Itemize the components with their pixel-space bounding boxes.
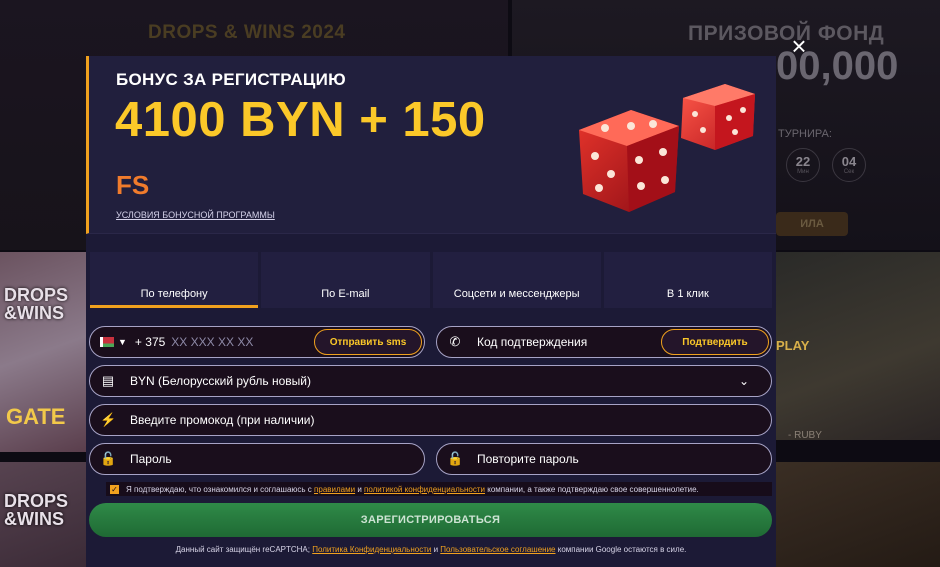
bg-left-title: DROPS & WINS 2024 (148, 22, 346, 43)
send-sms-button[interactable]: Отправить sms (314, 329, 422, 355)
footer-and: и (433, 545, 439, 554)
rules-link[interactable]: правилами (314, 485, 355, 494)
password-field[interactable]: 🔓 Пароль (89, 443, 425, 475)
tab-social[interactable]: Соцсети и мессенджеры (432, 252, 601, 308)
confirmation-code-label: Код подтверждения (477, 335, 588, 349)
promo-code-label: Введите промокод (при наличии) (130, 413, 315, 427)
bg-rules-button[interactable]: ИЛА (776, 212, 848, 236)
registration-tabs: По телефону По E-mail Соцсети и мессендж… (90, 252, 772, 308)
agreement-text-end: компании, а также подтверждаю свое совер… (487, 484, 699, 494)
repeat-password-field[interactable]: 🔓 Повторите пароль (436, 443, 772, 475)
game-tile[interactable] (776, 462, 940, 567)
bonus-terms-link[interactable]: УСЛОВИЯ БОНУСНОЙ ПРОГРАММЫ (116, 210, 275, 220)
agreement-text: Я подтверждаю, что ознакомился и соглаша… (126, 484, 312, 494)
confirmation-code-field[interactable]: ✆ Код подтверждения Подтвердить (436, 326, 772, 358)
bg-timer-minutes: 22 Мин (786, 148, 820, 182)
footer-text-end: компании Google остаются в силе. (557, 545, 687, 554)
chevron-down-icon[interactable]: ⌄ (739, 374, 749, 388)
password-label: Пароль (130, 452, 172, 466)
recaptcha-footer: Данный сайт защищён reCAPTCHA; Политика … (86, 545, 776, 554)
tab-email[interactable]: По E-mail (261, 252, 430, 308)
currency-select[interactable]: ▤ BYN (Белорусский рубль новый) ⌄ (89, 365, 772, 397)
agreement-checkbox[interactable]: ✓ (110, 484, 119, 494)
bonus-banner: БОНУС ЗА РЕГИСТРАЦИЮ 4100 BYN + 150 FS У… (86, 56, 776, 234)
chevron-down-icon[interactable]: ▼ (118, 337, 127, 347)
phone-code: + 375 (134, 335, 166, 349)
agreement-row: ✓ Я подтверждаю, что ознакомился и согла… (106, 482, 772, 496)
confirm-button[interactable]: Подтвердить (661, 329, 769, 355)
phone-icon: ✆ (449, 334, 461, 349)
lock-icon: 🔓 (447, 451, 464, 466)
bonus-amount: 4100 BYN + 150 (115, 93, 486, 147)
bonus-subtitle: БОНУС ЗА РЕГИСТРАЦИЮ (116, 70, 347, 89)
bg-tournament-label: ТУРНИРА: (778, 128, 832, 140)
phone-input[interactable] (171, 335, 292, 349)
footer-text: Данный сайт защищён reCAPTCHA; (175, 545, 310, 554)
belarus-flag-icon[interactable] (100, 337, 114, 347)
tile-play-text: PLAY (776, 338, 810, 353)
tile-title: DROPS &WINS (4, 491, 69, 529)
game-tile[interactable]: DROPS &WINS (0, 462, 86, 567)
lightning-icon: ⚡ (100, 412, 117, 427)
register-button[interactable]: ЗАРЕГИСТРИРОВАТЬСЯ (89, 503, 772, 537)
footer-privacy-link[interactable]: Политика Конфиденциальности (312, 545, 431, 554)
close-icon[interactable]: × (787, 33, 811, 59)
tile-title: DROPS &WINS (4, 285, 69, 323)
privacy-policy-link[interactable]: политикой конфиденциальности (364, 485, 485, 494)
tab-phone[interactable]: По телефону (90, 252, 259, 308)
registration-modal: БОНУС ЗА РЕГИСТРАЦИЮ 4100 BYN + 150 FS У… (86, 56, 776, 567)
bonus-fs: FS (116, 170, 150, 200)
tile-gate-text: GATE (6, 404, 66, 429)
bg-timer-seconds: 04 Сек (832, 148, 866, 182)
dice-icon (579, 84, 755, 212)
footer-terms-link[interactable]: Пользовательское соглашение (440, 545, 555, 554)
repeat-password-label: Повторите пароль (477, 452, 579, 466)
phone-field: ▼ + 375 Отправить sms (89, 326, 425, 358)
lock-icon: 🔓 (100, 451, 117, 466)
currency-value: BYN (Белорусский рубль новый) (130, 374, 311, 388)
tile-ruby-text: - RUBY (788, 430, 822, 441)
promo-code-field[interactable]: ⚡ Введите промокод (при наличии) (89, 404, 772, 436)
tab-one-click[interactable]: В 1 клик (603, 252, 772, 308)
banknote-icon: ▤ (101, 373, 115, 388)
agreement-and: и (357, 484, 362, 494)
